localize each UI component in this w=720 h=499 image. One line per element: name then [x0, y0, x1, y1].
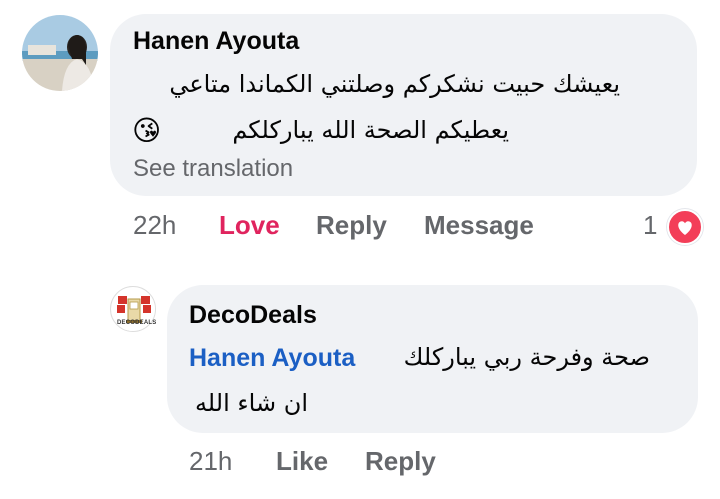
- reaction-count[interactable]: 1: [643, 210, 657, 241]
- logo-text: DECODEALS: [117, 320, 157, 326]
- comment-text-line-2: يعطيكم الصحة الله يباركلكم: [232, 116, 509, 144]
- avatar[interactable]: [22, 15, 98, 91]
- reply-text-line-1: صحة وفرحة ربي يباركلك: [403, 343, 650, 371]
- heart-icon[interactable]: [667, 209, 703, 245]
- message-button[interactable]: Message: [424, 210, 534, 241]
- comment-text-line-1: يعيشك حبيت نشكركم وصلتني الكماندا متاعي: [169, 70, 620, 98]
- see-translation-link[interactable]: See translation: [133, 155, 293, 183]
- kiss-emoji-icon: 😘: [132, 115, 162, 146]
- comment-author[interactable]: Hanen Ayouta: [133, 27, 299, 56]
- reply-author[interactable]: DecoDeals: [189, 301, 317, 330]
- like-button[interactable]: Like: [276, 446, 328, 477]
- mention-link[interactable]: Hanen Ayouta: [189, 344, 355, 373]
- reply-button[interactable]: Reply: [316, 210, 387, 241]
- love-button[interactable]: Love: [219, 210, 280, 241]
- reply-timestamp[interactable]: 21h: [189, 446, 232, 477]
- reply-text-line-2: ان شاء الله: [194, 389, 308, 417]
- heart-glyph: [678, 221, 692, 235]
- profile-photo: [22, 15, 98, 91]
- reply-to-reply-button[interactable]: Reply: [365, 446, 436, 477]
- comment-timestamp[interactable]: 22h: [133, 210, 176, 241]
